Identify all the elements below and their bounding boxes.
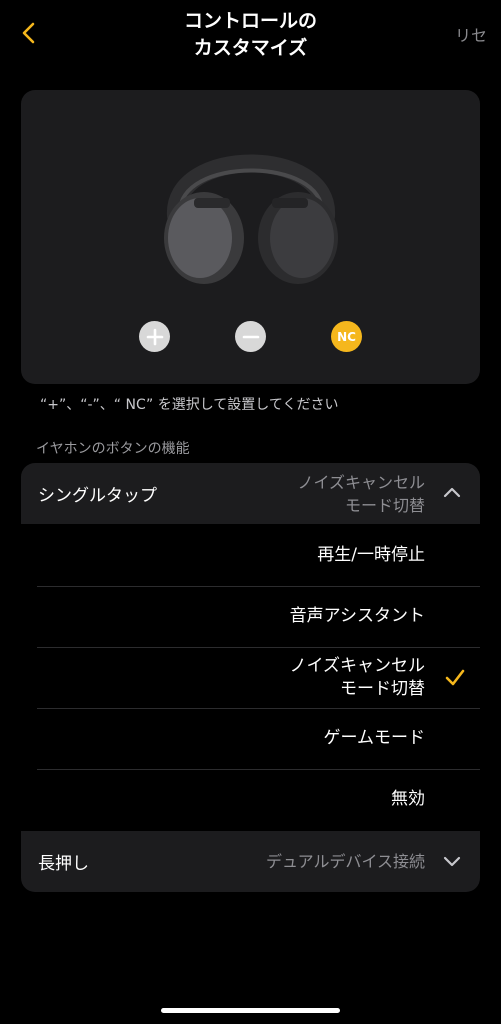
option-play-pause[interactable]: 再生/一時停止 — [37, 525, 480, 587]
long-press-row[interactable]: 長押し デュアルデバイス接続 — [21, 831, 480, 892]
section-header: イヤホンのボタンの機能 — [36, 441, 190, 457]
plus-icon — [146, 328, 163, 345]
option-game-mode[interactable]: ゲームモード — [37, 708, 480, 770]
plus-button[interactable] — [139, 321, 170, 352]
single-tap-row[interactable]: シングルタップ ノイズキャンセル モード切替 — [21, 463, 480, 524]
back-chevron-icon[interactable] — [14, 18, 44, 48]
minus-button[interactable] — [235, 321, 266, 352]
long-press-label: 長押し — [38, 854, 89, 874]
page-title: コントロールの カスタマイズ — [130, 8, 371, 62]
single-tap-value-line1: ノイズキャンセル — [297, 472, 425, 492]
headphone-preview-card: NC — [21, 90, 480, 384]
home-indicator — [161, 1008, 340, 1013]
nc-button[interactable]: NC — [331, 321, 362, 352]
long-press-value: デュアルデバイス接続 — [265, 852, 425, 871]
option-label: 無効 — [391, 789, 425, 809]
option-voice-assistant[interactable]: 音声アシスタント — [37, 586, 480, 648]
option-disabled[interactable]: 無効 — [37, 769, 480, 830]
option-label-line1: ノイズキャンセル — [289, 655, 426, 676]
option-label: ゲームモード — [323, 728, 426, 748]
chevron-up-icon[interactable] — [442, 483, 462, 503]
single-tap-label: シングルタップ — [38, 486, 157, 506]
headphones-image — [164, 154, 338, 284]
page-title-line1: コントロールの — [183, 10, 317, 32]
option-label: ノイズキャンセル モード切替 — [290, 655, 426, 701]
option-label-line2: モード切替 — [340, 678, 425, 699]
option-noise-cancel-mode[interactable]: ノイズキャンセル モード切替 — [37, 647, 480, 709]
page-title-line2: カスタマイズ — [193, 37, 308, 59]
single-tap-value-line2: モード切替 — [344, 495, 425, 515]
chevron-down-icon[interactable] — [442, 851, 462, 871]
option-label: 再生/一時停止 — [317, 545, 425, 565]
single-tap-value: ノイズキャンセル モード切替 — [297, 463, 425, 524]
option-label: 音声アシスタント — [289, 606, 425, 626]
minus-icon — [242, 335, 259, 338]
checkmark-icon — [445, 669, 465, 686]
reset-button[interactable]: リセ — [455, 22, 487, 46]
instruction-text: “+”、“-”、“ NC” を選択して設置してください — [40, 397, 339, 413]
nav-header: コントロールの カスタマイズ リセ — [0, 0, 501, 80]
